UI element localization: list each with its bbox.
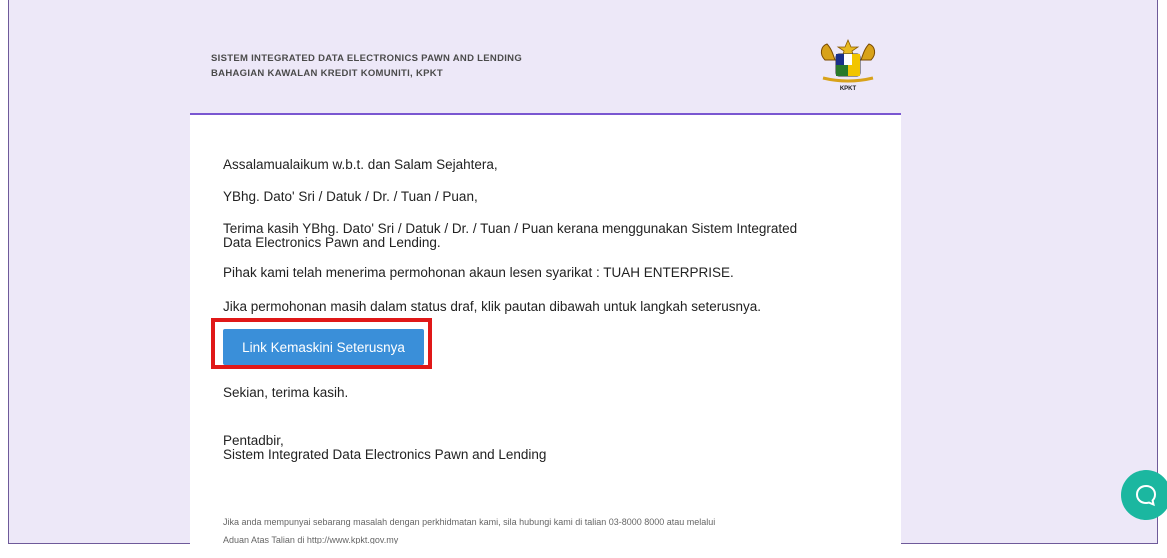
header-line-1: SISTEM INTEGRATED DATA ELECTRONICS PAWN … (211, 53, 523, 64)
thanks-line-1: Terima kasih YBhg. Dato' Sri / Datuk / D… (223, 221, 798, 236)
update-link-button[interactable]: Link Kemaskini Seterusnya (223, 329, 424, 365)
thanks-line-2: Data Electronics Pawn and Lending. (223, 235, 441, 250)
footer-line-1: Jika anda mempunyai sebarang masalah den… (223, 517, 716, 527)
application-received-text: Pihak kami telah menerima permohonan aka… (223, 265, 734, 280)
signature-line-1: Pentadbir, (223, 433, 284, 448)
logo-label: KPKT (839, 86, 857, 92)
bottom-strip (0, 544, 1167, 558)
salutation-text: YBhg. Dato' Sri / Datuk / Dr. / Tuan / P… (223, 189, 478, 204)
greeting-text: Assalamualaikum w.b.t. dan Salam Sejahte… (223, 157, 498, 172)
signature-line-2: Sistem Integrated Data Electronics Pawn … (223, 447, 547, 462)
chat-bubble-icon[interactable] (1121, 470, 1167, 520)
closing-text: Sekian, terima kasih. (223, 385, 349, 400)
header-organization: SISTEM INTEGRATED DATA ELECTRONICS PAWN … (211, 51, 522, 81)
coat-of-arms-icon: KPKT (815, 38, 881, 92)
draft-instruction-text: Jika permohonan masih dalam status draf,… (223, 299, 762, 314)
header-line-2: BAHAGIAN KAWALAN KREDIT KOMUNITI, KPKT (211, 68, 444, 79)
